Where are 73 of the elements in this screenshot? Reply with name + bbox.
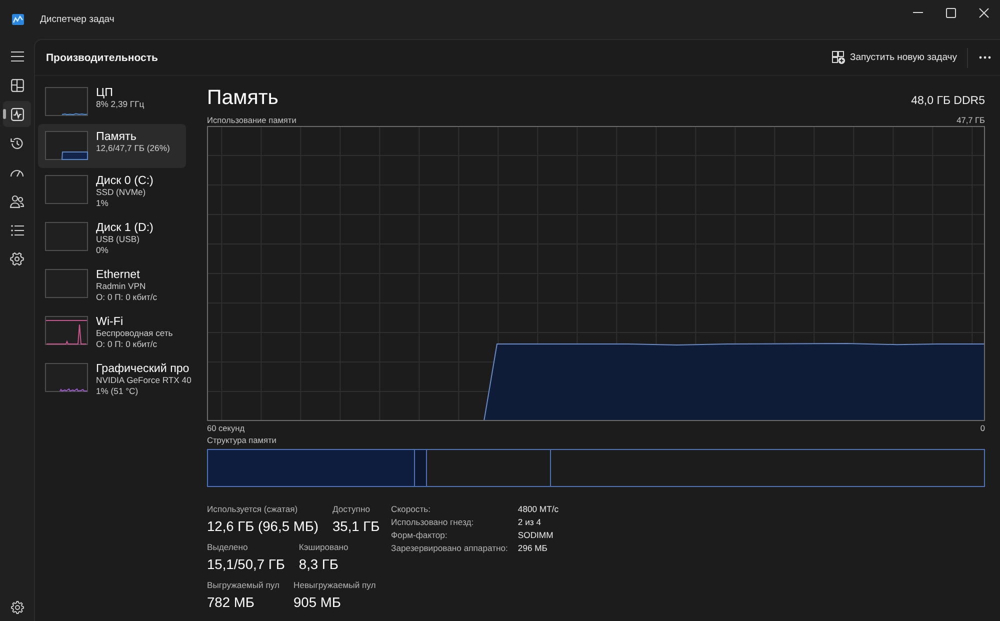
device-detail: О: 0 П: 0 кбит/с [96,292,158,303]
stat-value: 905 МБ [293,594,341,612]
graph-title: Использование памяти [207,114,296,126]
memory-capacity: 48,0 ГБ DDR5 [911,95,985,107]
device-name: Диск 0 (C:) [96,174,154,187]
device-detail: Radmin VPN [96,281,146,292]
close-icon [978,8,988,18]
sidebar-item[interactable]: Ethernet Radmin VPN О: 0 П: 0 кбит/с [38,262,186,309]
device-detail: SSD (NVMe) [96,187,146,198]
resource-title: Память [207,86,278,110]
graph-end-label: 0 [980,422,985,434]
stat-value: 15,1/50,7 ГБ [207,556,285,574]
stat-value: 782 МБ [207,594,254,612]
sidebar-item[interactable]: Память 12,6/47,7 ГБ (26%) [38,124,186,168]
stat-value: 8,3 ГБ [298,556,338,574]
property-label: Зарезервировано аппаратно: [391,542,508,555]
run-task-button[interactable]: Запустить новую задачу [827,44,962,70]
stat-label: Кэшировано [298,541,348,553]
page-heading: Производительность [46,52,158,64]
property-value: 4800 МТ/с [518,503,559,516]
stat-label: Используется (сжатая) [207,503,298,515]
window-panes-icon [10,78,24,92]
device-name: Графический про [96,362,190,375]
sidebar-item[interactable]: Wi-Fi Беспроводная сеть О: 0 П: 0 кбит/с [38,309,186,356]
device-detail: 12,6/47,7 ГБ (26%) [96,143,170,154]
device-detail: USB (USB) [96,234,140,245]
users-icon [10,194,24,208]
window-title: Диспетчер задач [40,14,114,25]
usage-thumbnail [45,222,88,251]
stat-label: Выгружаемый пул [207,579,280,591]
property-value: 296 МБ [518,542,548,555]
device-name: ЦП [96,86,113,99]
sidebar-item[interactable]: Диск 1 (D:) USB (USB) 0% [38,215,186,262]
grid-plus-icon [832,51,845,64]
usage-thumbnail [45,175,88,204]
device-name: Ethernet [96,268,140,281]
device-detail: Беспроводная сеть [96,328,173,339]
stat-value: 12,6 ГБ (96,5 МБ) [207,518,318,536]
maximize-icon [946,8,956,18]
property-value: 2 из 4 [518,516,542,529]
graph-max-label: 47,7 ГБ [956,114,985,126]
property-label: Скорость: [391,503,432,516]
pulse-icon [10,108,24,120]
sidebar-item[interactable]: ЦП 8% 2,39 ГГц [38,80,186,124]
stat-label: Выделено [207,541,248,553]
settings-icon [10,600,24,614]
nav-button[interactable] [3,101,31,127]
menu-icon [10,50,24,62]
stat-label: Доступно [332,503,370,515]
device-detail: О: 0 П: 0 кбит/с [96,339,158,350]
device-name: Wi-Fi [96,315,124,328]
cog-icon [10,252,24,266]
property-label: Использовано гнезд: [391,516,475,529]
device-detail: 8% 2,39 ГГц [96,99,144,110]
history-icon [10,136,24,150]
device-name: Память [96,130,136,143]
composition-title: Структура памяти [207,434,276,446]
more-icon [979,56,991,59]
property-value: SODIMM [518,529,554,542]
device-detail: 1% (51 °C) [96,386,138,397]
minimize-icon [912,12,922,13]
stat-label: Невыгружаемый пул [293,579,376,591]
device-detail: 0% [96,245,108,256]
graph-start-label: 60 секунд [207,422,245,434]
usage-thumbnail [45,269,88,298]
device-name: Диск 1 (D:) [96,221,154,234]
device-detail: 1% [96,198,108,209]
sidebar-item[interactable]: Диск 0 (C:) SSD (NVMe) 1% [38,168,186,215]
stat-value: 35,1 ГБ [332,518,380,536]
property-label: Форм-фактор: [391,529,448,542]
graph-icon [12,14,24,25]
list-icon [10,224,24,236]
device-detail: NVIDIA GeForce RTX 40 [96,375,192,386]
